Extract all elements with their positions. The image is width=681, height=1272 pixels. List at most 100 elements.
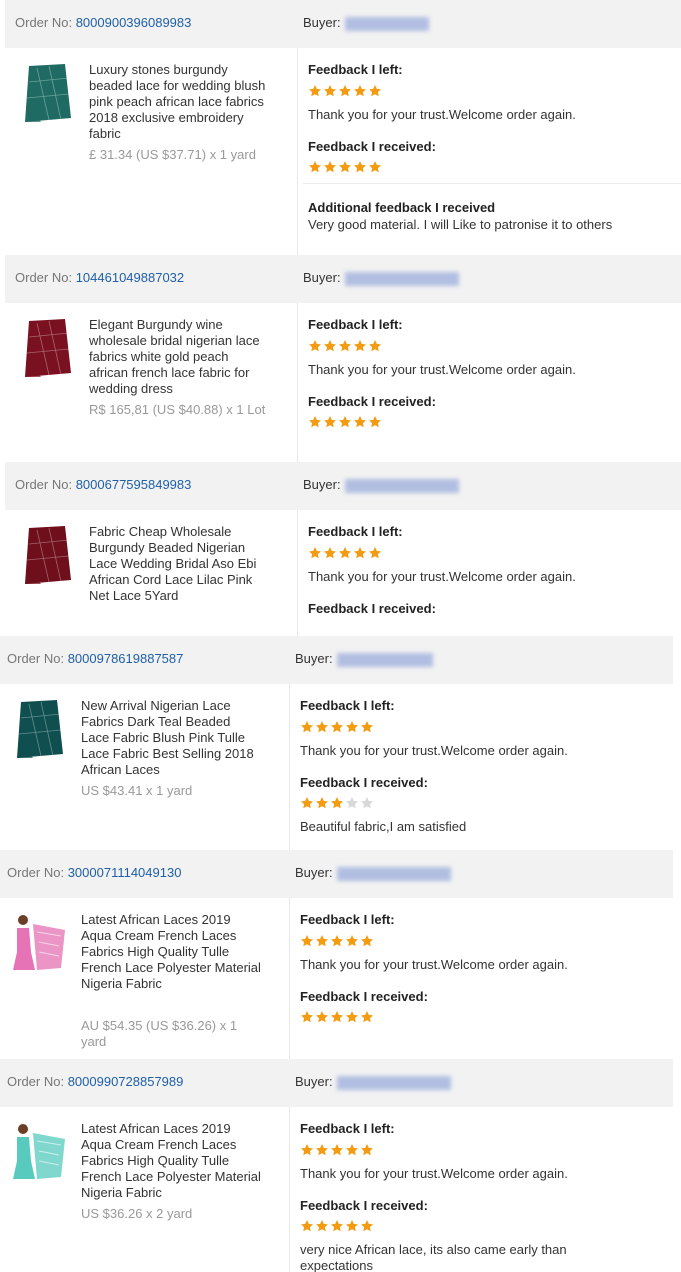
star-rating — [308, 415, 382, 429]
product-column: Latest African Laces 2019 Aqua Cream Fre… — [0, 1107, 290, 1272]
feedback-column: Feedback I left: Thank you for your trust… — [295, 898, 673, 1059]
star-filled-icon — [354, 161, 366, 173]
product-column: New Arrival Nigerian Lace Fabrics Dark T… — [0, 684, 290, 850]
feedback-received-label: Feedback I received: — [308, 394, 436, 409]
product-thumbnail[interactable] — [19, 317, 75, 379]
star-filled-icon — [369, 85, 381, 97]
buyer-label: Buyer: — [295, 651, 333, 666]
star-rating — [300, 796, 374, 810]
order-number-label: Order No: — [7, 651, 68, 666]
divider — [303, 183, 681, 184]
star-filled-icon — [324, 340, 336, 352]
order-number-link[interactable]: 8000900396089983 — [76, 15, 192, 30]
star-filled-icon — [361, 935, 373, 947]
star-rating — [300, 1143, 374, 1157]
star-filled-icon — [354, 85, 366, 97]
star-rating — [300, 720, 374, 734]
star-filled-icon — [316, 721, 328, 733]
order-number-row: Order No: 8000990728857989 — [7, 1074, 183, 1089]
buyer-row: Buyer: — [303, 15, 429, 31]
order-number-row: Order No: 8000677595849983 — [15, 477, 191, 492]
star-rating — [308, 546, 382, 560]
product-thumbnail[interactable] — [11, 1121, 67, 1183]
product-column: Latest African Laces 2019 Aqua Cream Fre… — [0, 898, 290, 1059]
star-rating — [308, 160, 382, 174]
order-number-link[interactable]: 8000677595849983 — [76, 477, 192, 492]
star-filled-icon — [301, 1144, 313, 1156]
star-filled-icon — [346, 935, 358, 947]
product-thumbnail[interactable] — [11, 698, 67, 760]
order-number-link[interactable]: 8000978619887587 — [68, 651, 184, 666]
product-price: AU $54.35 (US $36.26) x 1 yard — [81, 1018, 238, 1049]
product-thumbnail[interactable] — [19, 524, 75, 586]
feedback-received-text: Beautiful fabric,I am satisfied — [300, 819, 467, 834]
order-card: Order No: 8000990728857989 Buyer: Latest A… — [0, 1059, 673, 1272]
star-filled-icon — [301, 1011, 313, 1023]
star-filled-icon — [331, 1220, 343, 1232]
product-thumbnail[interactable] — [11, 912, 67, 974]
order-number-label: Order No: — [7, 1074, 68, 1089]
star-filled-icon — [301, 797, 313, 809]
product-price: R$ 165,81 (US $40.88) x 1 Lot — [89, 402, 266, 417]
buyer-row: Buyer: — [303, 477, 459, 493]
star-filled-icon — [369, 416, 381, 428]
order-number-label: Order No: — [15, 15, 76, 30]
star-filled-icon — [301, 721, 313, 733]
star-filled-icon — [301, 1220, 313, 1232]
order-card: Order No: 8000978619887587 Buyer: New Arri… — [0, 636, 673, 850]
product-thumbnail[interactable] — [19, 62, 75, 124]
additional-feedback-label: Additional feedback I received — [308, 200, 496, 215]
star-filled-icon — [324, 85, 336, 97]
star-filled-icon — [309, 340, 321, 352]
product-column: Elegant Burgundy wine wholesale bridal n… — [5, 303, 298, 462]
buyer-label: Buyer: — [295, 865, 333, 880]
buyer-name-redacted — [344, 16, 429, 31]
star-filled-icon — [354, 547, 366, 559]
product-title-link[interactable]: Latest African Laces 2019 Aqua Cream Fre… — [81, 1121, 261, 1201]
star-filled-icon — [309, 416, 321, 428]
feedback-received-text: very nice African lace, its also came ea… — [300, 1242, 567, 1272]
buyer-label: Buyer: — [295, 1074, 333, 1089]
product-column: Luxury stones burgundy beaded lace for w… — [5, 48, 298, 255]
order-number-link[interactable]: 8000990728857989 — [68, 1074, 184, 1089]
feedback-column: Feedback I left: Thank you for your trust… — [303, 303, 681, 462]
feedback-received-label: Feedback I received: — [300, 989, 428, 1004]
buyer-name-redacted — [336, 652, 433, 667]
buyer-name-redacted — [344, 271, 459, 286]
star-empty-icon — [346, 797, 358, 809]
product-title-link[interactable]: Elegant Burgundy wine wholesale bridal n… — [89, 317, 269, 397]
star-filled-icon — [346, 1011, 358, 1023]
order-card: Order No: 3000071114049130 Buyer: Latest A… — [0, 850, 673, 1059]
product-price: US $43.41 x 1 yard — [81, 783, 193, 798]
star-filled-icon — [324, 416, 336, 428]
product-title-link[interactable]: Luxury stones burgundy beaded lace for w… — [89, 62, 269, 142]
buyer-row: Buyer: — [303, 270, 459, 286]
order-number-link[interactable]: 3000071114049130 — [68, 865, 182, 880]
buyer-label: Buyer: — [303, 477, 341, 492]
feedback-left-text: Thank you for your trust.Welcome order a… — [308, 362, 576, 377]
buyer-row: Buyer: — [295, 865, 451, 881]
product-title-link[interactable]: New Arrival Nigerian Lace Fabrics Dark T… — [81, 698, 261, 778]
star-filled-icon — [369, 161, 381, 173]
order-card: Order No: 104461049887032 Buyer: Elegant B… — [0, 255, 681, 462]
feedback-left-label: Feedback I left: — [308, 317, 403, 332]
buyer-row: Buyer: — [295, 1074, 451, 1090]
star-filled-icon — [331, 1144, 343, 1156]
star-rating — [300, 1010, 374, 1024]
order-number-link[interactable]: 104461049887032 — [76, 270, 184, 285]
product-column: Fabric Cheap Wholesale Burgundy Beaded N… — [5, 510, 298, 636]
feedback-left-text: Thank you for your trust.Welcome order a… — [308, 107, 576, 122]
star-filled-icon — [316, 935, 328, 947]
product-title-link[interactable]: Fabric Cheap Wholesale Burgundy Beaded N… — [89, 524, 269, 604]
star-filled-icon — [369, 547, 381, 559]
order-number-row: Order No: 3000071114049130 — [7, 865, 181, 880]
star-filled-icon — [354, 416, 366, 428]
star-rating — [308, 339, 382, 353]
star-rating — [300, 1219, 374, 1233]
product-title-link[interactable]: Latest African Laces 2019 Aqua Cream Fre… — [81, 912, 261, 992]
feedback-column: Feedback I left: Thank you for your trust… — [295, 684, 673, 850]
feedback-left-text: Thank you for your trust.Welcome order a… — [300, 957, 568, 972]
buyer-row: Buyer: — [295, 651, 433, 667]
star-filled-icon — [361, 1011, 373, 1023]
star-filled-icon — [354, 340, 366, 352]
